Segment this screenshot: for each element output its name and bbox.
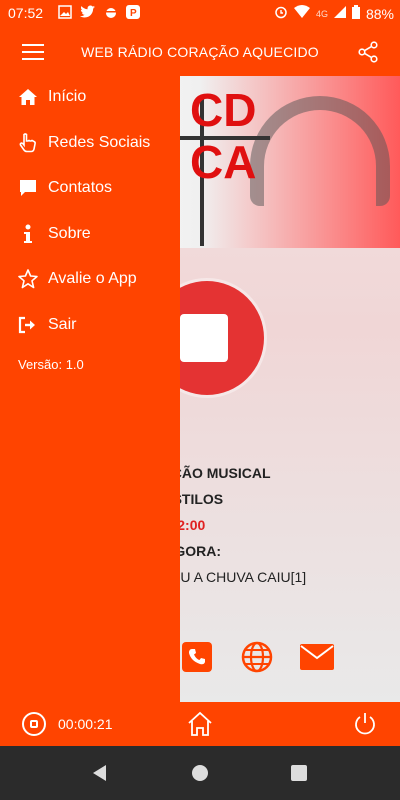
signal-icon bbox=[333, 5, 346, 22]
logo-letters-top: CD bbox=[190, 84, 257, 136]
logo-letters-bottom: CA bbox=[190, 136, 257, 188]
drawer-item-label: Contatos bbox=[48, 179, 113, 196]
navigation-drawer: Início Redes Sociais Contatos Sobre Aval… bbox=[0, 76, 180, 702]
station-logo-letters: CD CA bbox=[190, 84, 256, 188]
drawer-item-label: Sair bbox=[48, 316, 77, 333]
battery-icon bbox=[351, 5, 360, 22]
drawer-item-contatos[interactable]: Contatos bbox=[18, 173, 178, 203]
p-app-icon: P bbox=[126, 5, 140, 22]
player-bar: 00:00:21 bbox=[0, 702, 400, 746]
home-icon[interactable] bbox=[186, 710, 214, 738]
drawer-item-label: Avalie o App bbox=[48, 270, 137, 287]
system-icons: 4G 88% bbox=[274, 5, 394, 22]
drawer-item-label: Redes Sociais bbox=[48, 134, 151, 151]
globe-icon[interactable] bbox=[240, 641, 274, 673]
sign-out-icon bbox=[18, 315, 38, 335]
svg-text:P: P bbox=[130, 8, 137, 19]
hand-pointer-icon bbox=[18, 133, 38, 153]
image-icon bbox=[58, 5, 72, 22]
stop-icon bbox=[30, 720, 38, 728]
power-icon[interactable] bbox=[352, 711, 378, 737]
home-nav-icon[interactable] bbox=[192, 765, 208, 781]
app-version: Versão: 1.0 bbox=[18, 357, 84, 372]
notification-icons: P bbox=[58, 5, 140, 22]
network-label: 4G bbox=[315, 8, 328, 19]
contact-icons bbox=[180, 641, 334, 673]
twitter-icon bbox=[80, 5, 96, 22]
stop-button[interactable] bbox=[22, 712, 46, 736]
drawer-item-sair[interactable]: Sair bbox=[18, 310, 178, 340]
system-navigation-bar bbox=[0, 746, 400, 800]
drawer-item-inicio[interactable]: Início bbox=[18, 82, 178, 112]
elapsed-time: 00:00:21 bbox=[58, 716, 113, 732]
drawer-item-sobre[interactable]: Sobre bbox=[18, 219, 178, 249]
android-debug-icon bbox=[104, 5, 118, 22]
chat-bubble-icon bbox=[18, 178, 38, 198]
back-icon[interactable] bbox=[90, 763, 110, 783]
headphones-image bbox=[250, 96, 390, 206]
wifi-icon bbox=[293, 5, 310, 22]
drawer-item-avalie[interactable]: Avalie o App bbox=[18, 264, 178, 294]
drawer-item-label: Início bbox=[48, 88, 87, 105]
email-icon[interactable] bbox=[300, 642, 334, 672]
battery-percent: 88% bbox=[365, 5, 394, 22]
stop-icon bbox=[180, 314, 228, 362]
app-bar: WEB RÁDIO CORAÇÃO AQUECIDO bbox=[0, 28, 400, 76]
status-bar: 07:52 P 4G 88% bbox=[0, 0, 400, 28]
star-icon bbox=[18, 269, 38, 289]
drawer-item-label: Sobre bbox=[48, 225, 91, 242]
phone-icon[interactable] bbox=[180, 642, 214, 672]
home-icon bbox=[18, 87, 38, 107]
recents-icon[interactable] bbox=[291, 765, 307, 781]
share-icon[interactable] bbox=[356, 40, 380, 64]
app-title: WEB RÁDIO CORAÇÃO AQUECIDO bbox=[81, 44, 319, 60]
drawer-item-redes-sociais[interactable]: Redes Sociais bbox=[18, 128, 178, 158]
alarm-icon bbox=[274, 5, 288, 22]
info-icon bbox=[18, 224, 38, 244]
status-time: 07:52 bbox=[8, 5, 44, 21]
